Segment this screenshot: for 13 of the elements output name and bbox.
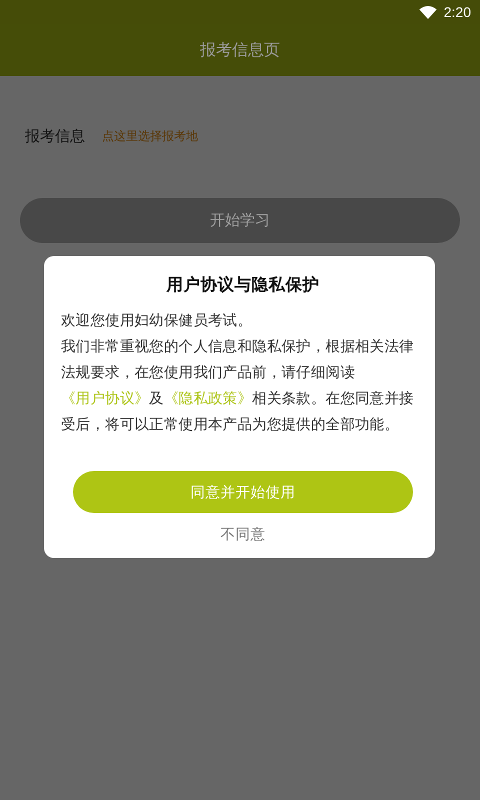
disagree-button[interactable]: 不同意 xyxy=(216,523,270,546)
status-time: 2:20 xyxy=(444,4,471,20)
agreement-text: 我们非常重视您的个人信息和隐私保护，根据相关法律法规要求，在您使用我们产品前，请仔细阅读 《用户协议》及《隐私政策》相关条款。在您同意并接受后，将可以正常使用本产品为您提供的全部功能。 xyxy=(61,337,415,435)
dialog-title: 用户协议与隐私保护 xyxy=(165,274,320,296)
location-picker-link[interactable]: 点这里选择报考地 xyxy=(102,128,198,144)
policy-link[interactable]: 《隐私政策》 xyxy=(164,390,252,407)
start-study-button[interactable]: 开始学习 xyxy=(20,198,460,243)
policy-link[interactable]: 《用户协议》 xyxy=(61,390,150,407)
field-label: 报考信息 xyxy=(25,126,85,146)
welcome-text: 欢迎您使用妇幼保健员考试。 xyxy=(61,311,254,331)
page-title: 报考信息页 xyxy=(200,40,280,60)
wifi-icon xyxy=(418,6,437,18)
agree-button[interactable]: 同意并开始使用 xyxy=(73,471,413,513)
